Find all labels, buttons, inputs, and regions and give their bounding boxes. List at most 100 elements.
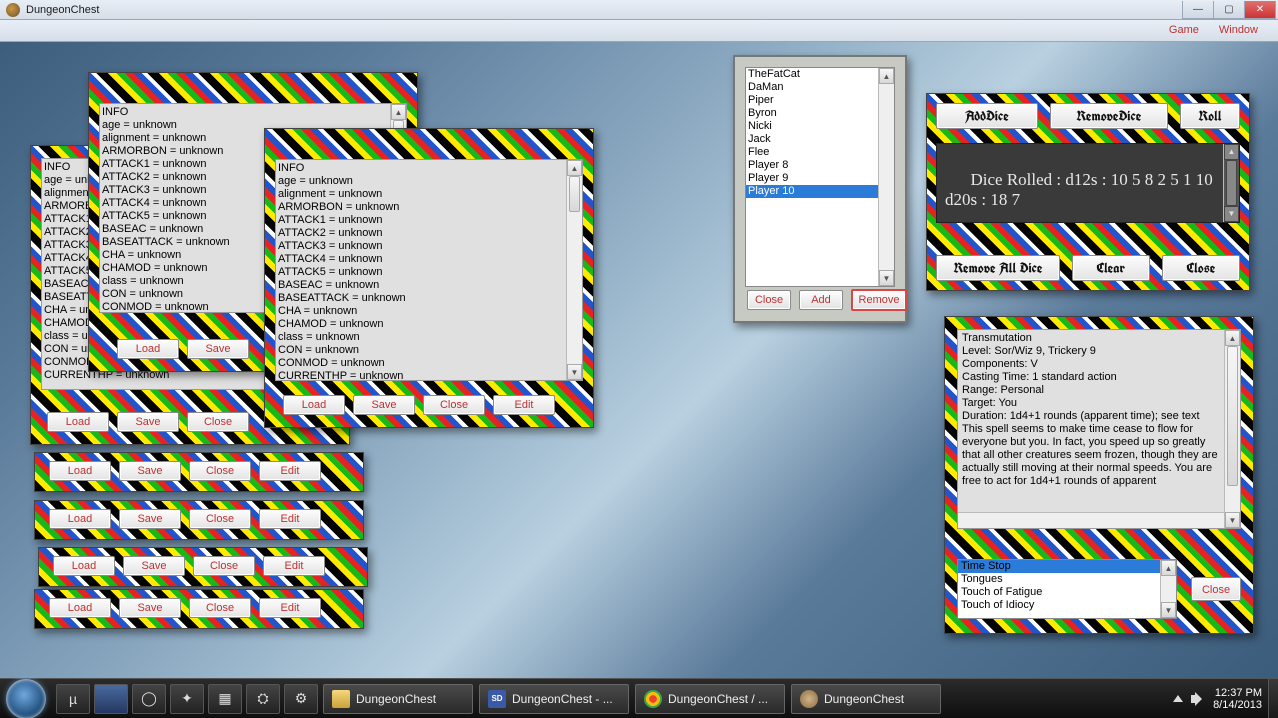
- load-button[interactable]: Load: [117, 339, 179, 359]
- player-item[interactable]: Player 10: [746, 185, 894, 198]
- spell-description[interactable]: Transmutation Level: Sor/Wiz 9, Trickery…: [957, 329, 1241, 529]
- scroll-down-icon[interactable]: ▼: [1225, 512, 1240, 528]
- scrollbar[interactable]: ▲ ▼: [566, 160, 582, 380]
- scrollbar[interactable]: ▲ ▼: [1224, 330, 1240, 528]
- spell-item[interactable]: Touch of Fatigue: [958, 586, 1176, 599]
- menu-bar: Game Window: [0, 20, 1278, 42]
- scroll-up-icon[interactable]: ▲: [1224, 144, 1239, 160]
- window-close-button[interactable]: ✕: [1244, 1, 1276, 19]
- load-button[interactable]: Load: [49, 461, 111, 481]
- edit-button[interactable]: Edit: [259, 461, 321, 481]
- taskbar-task[interactable]: DungeonChest: [791, 684, 941, 714]
- player-list[interactable]: TheFatCatDaManPiperByronNickiJackFleePla…: [745, 67, 895, 287]
- player-close-button[interactable]: Close: [747, 290, 791, 310]
- close-button[interactable]: Close: [189, 461, 251, 481]
- quick-icon[interactable]: µ: [56, 684, 90, 714]
- save-button[interactable]: Save: [119, 598, 181, 618]
- scrollbar[interactable]: ▲ ▼: [1160, 560, 1176, 618]
- taskbar-task[interactable]: DungeonChest: [323, 684, 473, 714]
- save-button[interactable]: Save: [119, 509, 181, 529]
- player-item[interactable]: Piper: [746, 94, 894, 107]
- scrollbar[interactable]: ▲ ▼: [1223, 144, 1239, 222]
- quick-icon[interactable]: ⛭: [246, 684, 280, 714]
- scrollbar-horizontal[interactable]: [958, 512, 1224, 528]
- player-item[interactable]: Byron: [746, 107, 894, 120]
- edit-button[interactable]: Edit: [259, 598, 321, 618]
- close-button[interactable]: Close: [189, 509, 251, 529]
- clock[interactable]: 12:37 PM 8/14/2013: [1213, 687, 1262, 711]
- player-remove-button[interactable]: Remove: [851, 289, 907, 311]
- roll-dice-button[interactable]: Roll: [1180, 103, 1240, 129]
- player-item[interactable]: Jack: [746, 133, 894, 146]
- minimize-button[interactable]: —: [1182, 1, 1214, 19]
- spell-list[interactable]: Time StopTonguesTouch of FatigueTouch of…: [957, 559, 1177, 619]
- close-button[interactable]: Close: [193, 556, 255, 576]
- load-button[interactable]: Load: [53, 556, 115, 576]
- save-button[interactable]: Save: [123, 556, 185, 576]
- quick-icon[interactable]: [94, 684, 128, 714]
- scroll-thumb[interactable]: [1226, 160, 1237, 206]
- scrollbar[interactable]: ▲ ▼: [878, 68, 894, 286]
- remove-all-dice-button[interactable]: Remove All Dice: [936, 255, 1060, 281]
- volume-icon[interactable]: [1191, 692, 1205, 706]
- spell-item[interactable]: Touch of Idiocy: [958, 599, 1176, 612]
- tray-expand-icon[interactable]: [1173, 695, 1183, 702]
- scroll-down-icon[interactable]: ▼: [1224, 206, 1239, 222]
- save-button[interactable]: Save: [117, 412, 179, 432]
- scroll-up-icon[interactable]: ▲: [1225, 330, 1240, 346]
- player-item[interactable]: Player 9: [746, 172, 894, 185]
- save-button[interactable]: Save: [353, 395, 415, 415]
- player-item[interactable]: Nicki: [746, 120, 894, 133]
- player-item[interactable]: Flee: [746, 146, 894, 159]
- task-label: DungeonChest: [824, 692, 904, 706]
- close-button[interactable]: Close: [423, 395, 485, 415]
- player-add-button[interactable]: Add: [799, 290, 843, 310]
- scroll-up-icon[interactable]: ▲: [567, 160, 582, 176]
- close-button[interactable]: Close: [189, 598, 251, 618]
- remove-dice-button[interactable]: RemoveDice: [1050, 103, 1168, 129]
- clear-dice-button[interactable]: Clear: [1072, 255, 1150, 281]
- task-label: DungeonChest: [356, 692, 436, 706]
- scroll-up-icon[interactable]: ▲: [1161, 560, 1176, 576]
- show-desktop-button[interactable]: [1268, 679, 1278, 718]
- menu-game[interactable]: Game: [1159, 20, 1209, 41]
- scroll-down-icon[interactable]: ▼: [1161, 602, 1176, 618]
- taskbar-task[interactable]: DungeonChest / ...: [635, 684, 785, 714]
- menu-window[interactable]: Window: [1209, 20, 1268, 41]
- edit-button[interactable]: Edit: [493, 395, 555, 415]
- edit-button[interactable]: Edit: [259, 509, 321, 529]
- scroll-thumb[interactable]: [1227, 346, 1238, 486]
- load-button[interactable]: Load: [49, 598, 111, 618]
- load-button[interactable]: Load: [47, 412, 109, 432]
- spell-item[interactable]: Time Stop: [958, 560, 1176, 573]
- dice-output: Dice Rolled : d12s : 10 5 8 2 5 1 10 d20…: [936, 143, 1240, 223]
- spell-panel: Transmutation Level: Sor/Wiz 9, Trickery…: [944, 316, 1254, 634]
- save-button[interactable]: Save: [187, 339, 249, 359]
- scroll-down-icon[interactable]: ▼: [567, 364, 582, 380]
- maximize-button[interactable]: ▢: [1213, 1, 1245, 19]
- quick-icon[interactable]: ▦: [208, 684, 242, 714]
- taskbar-task[interactable]: SDDungeonChest - ...: [479, 684, 629, 714]
- spell-close-button[interactable]: Close: [1191, 577, 1241, 601]
- player-item[interactable]: DaMan: [746, 81, 894, 94]
- quick-icon[interactable]: ⚙: [284, 684, 318, 714]
- scroll-down-icon[interactable]: ▼: [879, 270, 894, 286]
- load-button[interactable]: Load: [49, 509, 111, 529]
- scroll-thumb[interactable]: [569, 176, 580, 212]
- edit-button[interactable]: Edit: [263, 556, 325, 576]
- spell-item[interactable]: Tongues: [958, 573, 1176, 586]
- scroll-up-icon[interactable]: ▲: [879, 68, 894, 84]
- scroll-up-icon[interactable]: ▲: [391, 104, 406, 120]
- add-dice-button[interactable]: AddDice: [936, 103, 1038, 129]
- char-panel-front: INFO age = unknown alignment = unknown A…: [264, 128, 594, 428]
- load-button[interactable]: Load: [283, 395, 345, 415]
- quick-icon[interactable]: ◯: [132, 684, 166, 714]
- player-item[interactable]: TheFatCat: [746, 68, 894, 81]
- char-info-box[interactable]: INFO age = unknown alignment = unknown A…: [275, 159, 583, 381]
- quick-icon[interactable]: ✦: [170, 684, 204, 714]
- close-dice-button[interactable]: Close: [1162, 255, 1240, 281]
- player-item[interactable]: Player 8: [746, 159, 894, 172]
- close-button[interactable]: Close: [187, 412, 249, 432]
- start-button[interactable]: [6, 679, 46, 718]
- save-button[interactable]: Save: [119, 461, 181, 481]
